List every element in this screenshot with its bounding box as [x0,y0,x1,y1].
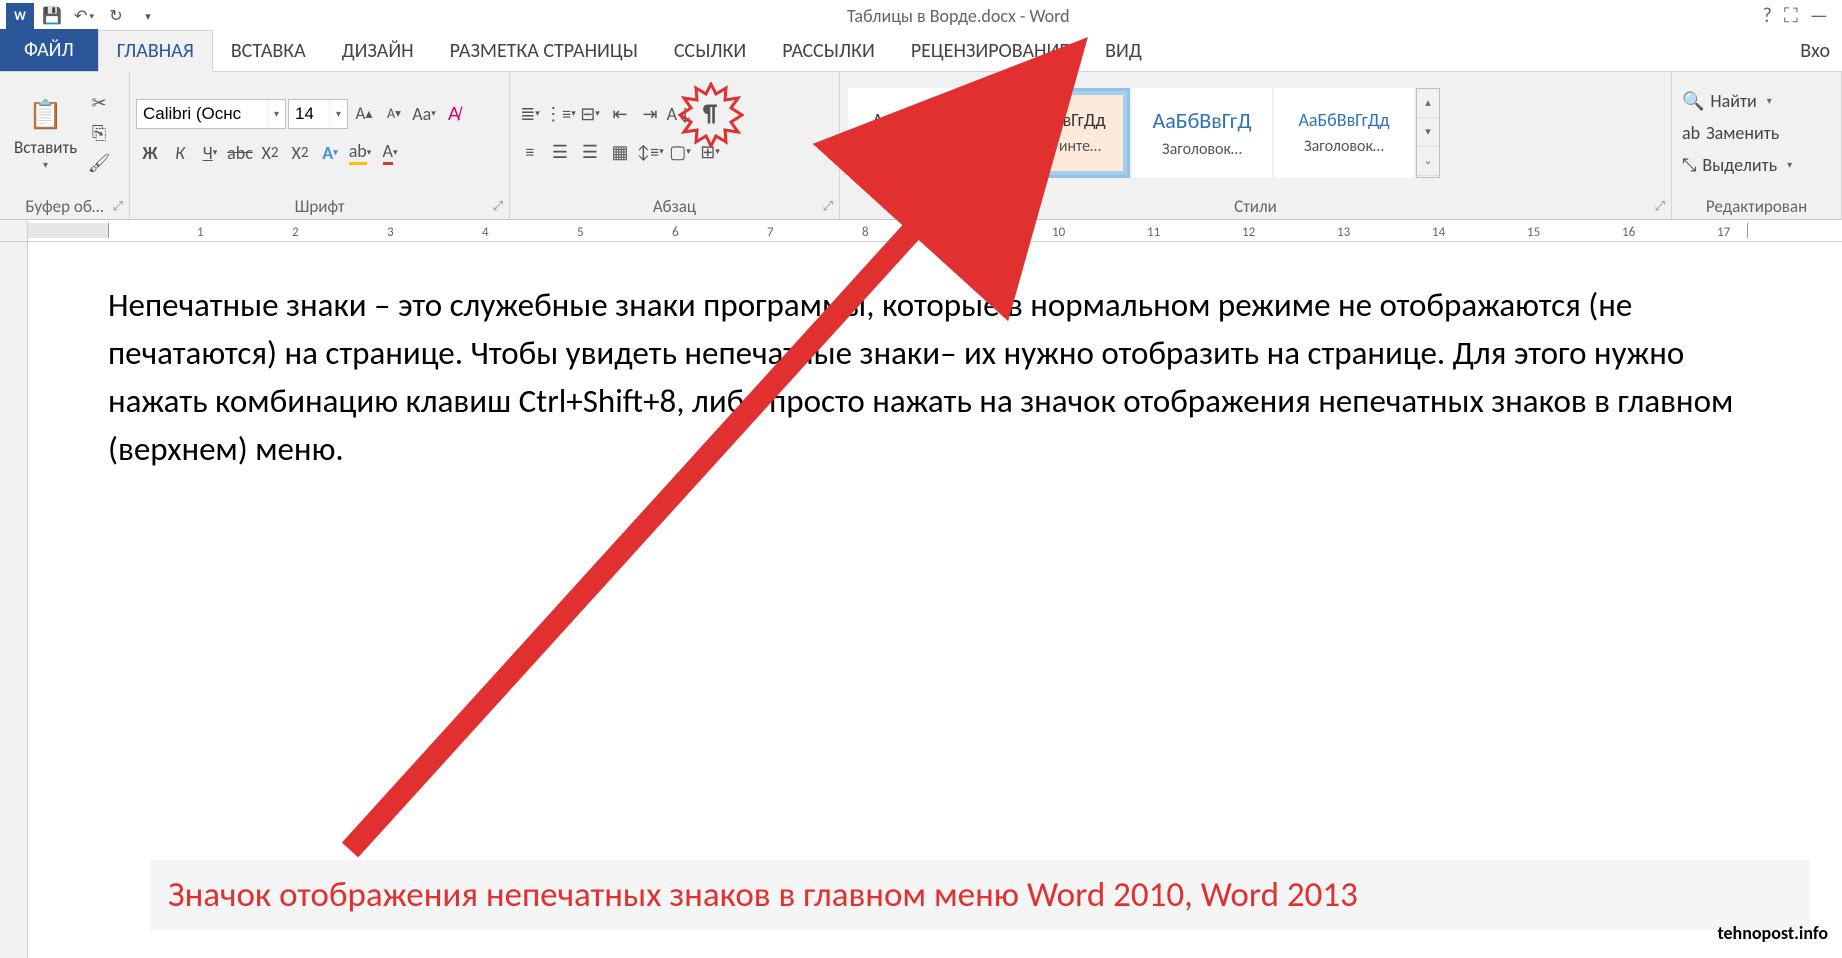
font-size-combo[interactable]: ▾ [288,99,348,129]
clipboard-launcher-icon[interactable]: ⤢ [113,199,123,214]
styles-up-icon[interactable]: ▴ [1417,89,1439,118]
ribbon: 📋 Вставить ▾ ✂ ⎘ 🖌 Буфер об… ⤢ ▾ ▾ A▴ A▾ … [0,72,1842,220]
font-color-icon[interactable]: A▾ [376,139,404,167]
group-paragraph: ≣▾ ⋮≡▾ ⊟▾ ⇤ ⇥ A↓ ¶ ≡ ☰ ☰ ▦ ↕≡▾ ▢▾ ⊞▾ [510,72,840,219]
group-label-paragraph: Абзац [653,196,696,217]
style-heading2[interactable]: АаБбВвГгДд Заголовок… [1274,88,1414,178]
highlight-icon[interactable]: ab▾ [346,139,374,167]
indent-inc-icon[interactable]: ⇥ [636,100,664,128]
tab-design[interactable]: ДИЗАЙН [324,31,432,71]
tab-view[interactable]: ВИД [1087,31,1160,71]
line-spacing-icon[interactable]: ↕≡▾ [636,138,664,166]
group-label-styles: Стили [1234,196,1277,217]
document-page[interactable]: Непечатные знаки – это служебные знаки п… [28,242,1842,958]
align-right-icon[interactable]: ☰ [576,138,604,166]
subscript-icon[interactable]: X2 [256,139,284,167]
shrink-font-icon[interactable]: A▾ [380,100,408,128]
clear-format-icon[interactable]: A̸ [440,100,468,128]
cut-icon[interactable]: ✂ [85,89,113,117]
change-case-icon[interactable]: Aa▾ [410,100,438,128]
find-icon: 🔍 [1682,90,1704,112]
bullets-icon[interactable]: ≣▾ [516,100,544,128]
document-area: Непечатные знаки – это служебные знаки п… [0,242,1842,958]
window-controls: ? ⛶ — [1749,4,1842,28]
chevron-down-icon[interactable]: ▾ [329,100,347,128]
undo-icon[interactable]: ↶▾ [70,3,98,29]
align-left-icon[interactable]: ≡ [516,138,544,166]
select-icon: ⤡ [1682,154,1696,176]
styles-more-icon[interactable]: ⌄ [1417,147,1439,176]
style-heading1[interactable]: АаБбВвГгД Заголовок… [1132,88,1272,178]
paste-button[interactable]: 📋 Вставить ▾ [6,76,85,189]
help-icon[interactable]: ? [1763,4,1772,28]
group-label-editing: Редактирован [1706,196,1807,217]
replace-icon: ab [1682,122,1700,144]
watermark: tehnopost.info [1717,922,1828,944]
horizontal-ruler[interactable]: 1234567891011121314151617 [0,220,1842,242]
find-button[interactable]: 🔍Найти▾ [1678,86,1796,116]
select-button[interactable]: ⤡Выделить▾ [1678,150,1796,180]
annotation-callout: Значок отображения непечатных знаков в г… [150,860,1810,930]
justify-icon[interactable]: ▦ [606,138,634,166]
tab-home[interactable]: ГЛАВНАЯ [98,30,213,72]
document-paragraph[interactable]: Непечатные знаки – это служебные знаки п… [108,282,1752,473]
grow-font-icon[interactable]: A▴ [350,100,378,128]
clipboard-icon: 📋 [26,95,66,135]
group-clipboard: 📋 Вставить ▾ ✂ ⎘ 🖌 Буфер об… ⤢ [0,72,130,219]
text-effects-icon[interactable]: A▾ [316,139,344,167]
styles-down-icon[interactable]: ▾ [1417,118,1439,147]
format-painter-icon[interactable]: 🖌 [85,149,113,177]
show-hide-marks-button[interactable]: ¶ [696,100,724,128]
font-name-combo[interactable]: ▾ [136,99,286,129]
align-center-icon[interactable]: ☰ [546,138,574,166]
italic-icon[interactable]: К [166,139,194,167]
group-label-clipboard: Буфер об… [25,196,103,217]
indent-dec-icon[interactable]: ⇤ [606,100,634,128]
style-no-spacing[interactable]: АаБбВвГгДд ¶ Без инте… [990,88,1130,178]
bold-icon[interactable]: Ж [136,139,164,167]
ribbon-options-icon[interactable]: ⛶ [1784,4,1798,28]
group-editing: 🔍Найти▾ abЗаменить ⤡Выделить▾ Редактиров… [1672,72,1842,219]
save-icon[interactable]: 💾 [38,3,66,29]
group-font: ▾ ▾ A▴ A▾ Aa▾ A̸ Ж К Ч▾ abc X2 X2 A▾ ab▾… [130,72,510,219]
sign-in[interactable]: Вхо [1788,31,1842,71]
font-launcher-icon[interactable]: ⤢ [493,199,503,214]
quick-access-toolbar: W 💾 ↶▾ ↻ ▾ [0,3,168,29]
copy-icon[interactable]: ⎘ [85,119,113,147]
tab-references[interactable]: ССЫЛКИ [656,31,764,71]
styles-launcher-icon[interactable]: ⤢ [1655,199,1665,214]
minimize-icon[interactable]: — [1810,4,1828,28]
title-bar: W 💾 ↶▾ ↻ ▾ Таблицы в Ворде.docx - Word ?… [0,0,1842,32]
vertical-ruler[interactable] [0,242,28,958]
numbering-icon[interactable]: ⋮≡▾ [546,100,574,128]
strike-icon[interactable]: abc [226,139,254,167]
tab-layout[interactable]: РАЗМЕТКА СТРАНИЦЫ [432,31,656,71]
styles-scroll: ▴ ▾ ⌄ [1416,88,1440,178]
tab-review[interactable]: РЕЦЕНЗИРОВАНИЕ [893,31,1087,71]
group-label-font: Шрифт [295,196,345,217]
multilevel-icon[interactable]: ⊟▾ [576,100,604,128]
ribbon-tabs: ФАЙЛ ГЛАВНАЯ ВСТАВКА ДИЗАЙН РАЗМЕТКА СТР… [0,32,1842,72]
replace-button[interactable]: abЗаменить [1678,118,1796,148]
qat-customize-icon[interactable]: ▾ [134,3,162,29]
group-styles: АаБбВвГгДд ¶ Обычный АаБбВвГгДд ¶ Без ин… [840,72,1672,219]
style-normal[interactable]: АаБбВвГгДд ¶ Обычный [848,88,988,178]
superscript-icon[interactable]: X2 [286,139,314,167]
starburst-highlight-icon [678,82,744,148]
styles-gallery[interactable]: АаБбВвГгДд ¶ Обычный АаБбВвГгДд ¶ Без ин… [846,86,1442,180]
chevron-down-icon[interactable]: ▾ [267,100,285,128]
word-icon[interactable]: W [6,3,34,29]
window-title: Таблицы в Ворде.docx - Word [168,5,1749,27]
font-size-input[interactable] [289,100,329,128]
redo-icon[interactable]: ↻ [102,3,130,29]
font-name-input[interactable] [137,100,267,128]
tab-mailings[interactable]: РАССЫЛКИ [764,31,893,71]
underline-icon[interactable]: Ч▾ [196,139,224,167]
paragraph-launcher-icon[interactable]: ⤢ [823,199,833,214]
tab-insert[interactable]: ВСТАВКА [213,31,324,71]
tab-file[interactable]: ФАЙЛ [0,29,98,71]
